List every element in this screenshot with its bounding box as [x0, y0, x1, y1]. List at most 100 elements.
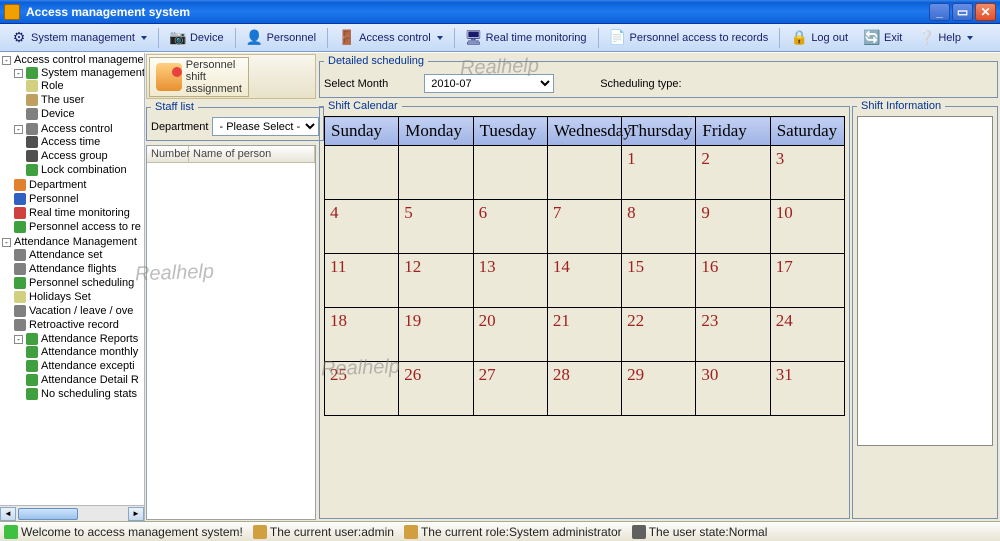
staff-grid[interactable]: Number Name of person [146, 145, 316, 520]
col-name[interactable]: Name of person [189, 146, 315, 162]
calendar-cell[interactable]: 12 [399, 254, 473, 308]
tree-attendance-flights[interactable]: Attendance flights [14, 262, 144, 276]
logout-icon: 🔒 [791, 30, 807, 46]
shift-information-body [857, 116, 993, 446]
tree-personnel-access-records[interactable]: Personnel access to re [14, 220, 144, 234]
tool-access-control[interactable]: 🚪Access control [332, 27, 450, 49]
tree-role[interactable]: Role [26, 79, 144, 93]
app-title: Access management system [26, 5, 190, 19]
tool-personnel[interactable]: 👤Personnel [240, 27, 324, 49]
shift-calendar-legend: Shift Calendar [324, 100, 402, 112]
tool-system-management[interactable]: ⚙System management [4, 27, 154, 49]
calendar-cell[interactable]: 17 [770, 254, 844, 308]
tree-department[interactable]: Department [14, 178, 144, 192]
tree-access-group[interactable]: Access group [26, 149, 144, 163]
calendar-cell[interactable]: 11 [325, 254, 399, 308]
col-number[interactable]: Number [147, 146, 189, 162]
close-button[interactable]: ✕ [975, 3, 996, 21]
tree-retroactive[interactable]: Retroactive record [14, 318, 144, 332]
calendar-day-header: Sunday [325, 117, 399, 146]
calendar-cell[interactable]: 7 [547, 200, 621, 254]
tree-personnel[interactable]: Personnel [14, 192, 144, 206]
tree-access-time[interactable]: Access time [26, 135, 144, 149]
calendar-cell[interactable]: 5 [399, 200, 473, 254]
tree-attendance-reports[interactable]: -Attendance Reports Attendance monthly A… [14, 332, 144, 402]
calendar-cell[interactable]: 27 [473, 362, 547, 416]
calendar-cell[interactable]: 13 [473, 254, 547, 308]
tree-root-access-control-mgmt[interactable]: -Access control management -System manag… [2, 53, 144, 235]
personnel-shift-assignment-button[interactable]: Personnel shift assignment [149, 57, 249, 97]
calendar-cell[interactable]: 19 [399, 308, 473, 362]
calendar-cell[interactable] [547, 146, 621, 200]
tree-real-time-monitoring[interactable]: Real time monitoring [14, 206, 144, 220]
chevron-down-icon [967, 36, 973, 40]
role-icon [404, 525, 418, 539]
tree-personnel-scheduling[interactable]: Personnel scheduling [14, 276, 144, 290]
calendar-cell[interactable]: 21 [547, 308, 621, 362]
calendar-cell[interactable]: 2 [696, 146, 770, 200]
calendar-cell[interactable]: 9 [696, 200, 770, 254]
status-welcome: Welcome to access management system! [21, 525, 243, 539]
calendar-cell[interactable]: 8 [622, 200, 696, 254]
minimize-button[interactable]: _ [929, 3, 950, 21]
calendar-cell[interactable]: 29 [622, 362, 696, 416]
calendar-cell[interactable]: 24 [770, 308, 844, 362]
tool-real-time-monitoring[interactable]: 🖥Real time monitoring [459, 27, 594, 49]
calendar-cell[interactable]: 14 [547, 254, 621, 308]
calendar-cell[interactable] [473, 146, 547, 200]
tree-attendance-monthly[interactable]: Attendance monthly [26, 345, 144, 359]
tool-personnel-access-records[interactable]: 📄Personnel access to records [603, 27, 776, 49]
calendar-cell[interactable]: 4 [325, 200, 399, 254]
calendar-cell[interactable]: 6 [473, 200, 547, 254]
navigation-tree[interactable]: -Access control management -System manag… [0, 53, 145, 521]
tree-root-attendance-mgmt[interactable]: -Attendance Management Attendance set At… [2, 235, 144, 403]
tree-access-control[interactable]: -Access control Access time Access group… [14, 122, 144, 178]
chevron-down-icon [437, 36, 443, 40]
tool-help[interactable]: ❔Help [911, 27, 980, 49]
tree-device[interactable]: Device [26, 107, 144, 121]
calendar-day-header: Saturday [770, 117, 844, 146]
calendar-cell[interactable]: 15 [622, 254, 696, 308]
tree-horizontal-scrollbar[interactable]: ◄► [0, 505, 144, 521]
calendar-cell[interactable]: 18 [325, 308, 399, 362]
shift-information-legend: Shift Information [857, 100, 945, 112]
app-icon [4, 4, 20, 20]
tree-attendance-set[interactable]: Attendance set [14, 248, 144, 262]
calendar-cell[interactable]: 26 [399, 362, 473, 416]
tree-attendance-excepti[interactable]: Attendance excepti [26, 359, 144, 373]
calendar-cell[interactable]: 1 [622, 146, 696, 200]
calendar-cell[interactable]: 28 [547, 362, 621, 416]
tree-holidays-set[interactable]: Holidays Set [14, 290, 144, 304]
tree-attendance-detail[interactable]: Attendance Detail R [26, 373, 144, 387]
maximize-button[interactable]: ▭ [952, 3, 973, 21]
tree-system-management[interactable]: -System management Role The user Device [14, 66, 144, 122]
department-select[interactable]: - Please Select - [212, 117, 319, 136]
action-button-bar: Personnel shift assignment [146, 54, 316, 99]
tool-exit[interactable]: 🔄Exit [857, 27, 909, 49]
tree-lock-combination[interactable]: Lock combination [26, 163, 144, 177]
tool-device[interactable]: 📷Device [163, 27, 231, 49]
calendar-day-header: Friday [696, 117, 770, 146]
calendar-cell[interactable]: 23 [696, 308, 770, 362]
calendar-cell[interactable]: 20 [473, 308, 547, 362]
device-icon: 📷 [170, 30, 186, 46]
calendar-cell[interactable]: 25 [325, 362, 399, 416]
calendar-cell[interactable] [325, 146, 399, 200]
calendar-grid[interactable]: SundayMondayTuesdayWednesdayThursdayFrid… [324, 116, 845, 416]
month-select[interactable]: 2010-07 [424, 74, 554, 93]
tree-no-scheduling[interactable]: No scheduling stats [26, 387, 144, 401]
status-user: The current user:admin [270, 525, 394, 539]
tree-vacation[interactable]: Vacation / leave / ove [14, 304, 144, 318]
calendar-cell[interactable]: 30 [696, 362, 770, 416]
calendar-cell[interactable]: 31 [770, 362, 844, 416]
calendar-cell[interactable]: 16 [696, 254, 770, 308]
calendar-cell[interactable]: 3 [770, 146, 844, 200]
tool-log-out[interactable]: 🔒Log out [784, 27, 855, 49]
tree-the-user[interactable]: The user [26, 93, 144, 107]
calendar-cell[interactable]: 10 [770, 200, 844, 254]
select-month-label: Select Month [324, 78, 388, 90]
calendar-cell[interactable]: 22 [622, 308, 696, 362]
calendar-cell[interactable] [399, 146, 473, 200]
detailed-scheduling-fieldset: Detailed scheduling Select Month 2010-07… [319, 55, 998, 98]
records-icon: 📄 [610, 30, 626, 46]
